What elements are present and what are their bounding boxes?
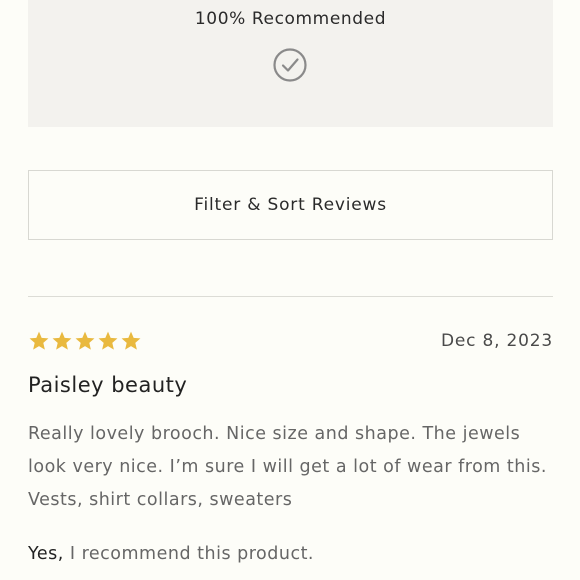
recommend-yes-label: Yes, <box>28 544 64 564</box>
review-title: Paisley beauty <box>28 373 188 397</box>
review-date: Dec 8, 2023 <box>441 331 553 351</box>
star-icon <box>98 331 118 350</box>
review-body: Really lovely brooch. Nice size and shap… <box>28 424 547 510</box>
filter-sort-reviews-button[interactable]: Filter & Sort Reviews <box>28 170 553 240</box>
star-icon <box>52 331 72 350</box>
recommendation-percentage: 100% Recommended <box>194 9 387 29</box>
star-icon <box>75 331 95 350</box>
recommend-text: I recommend this product. <box>63 544 314 564</box>
star-rating <box>28 330 142 354</box>
star-icon <box>29 331 49 350</box>
divider <box>28 296 553 297</box>
recommendation-summary: 100% Recommended <box>28 0 553 127</box>
check-circle-icon <box>273 48 307 82</box>
reviews-page: 100% Recommended Filter & Sort Reviews D… <box>0 0 580 580</box>
star-icon <box>121 331 141 350</box>
recommend-statement: Yes, I recommend this product. <box>28 544 314 564</box>
